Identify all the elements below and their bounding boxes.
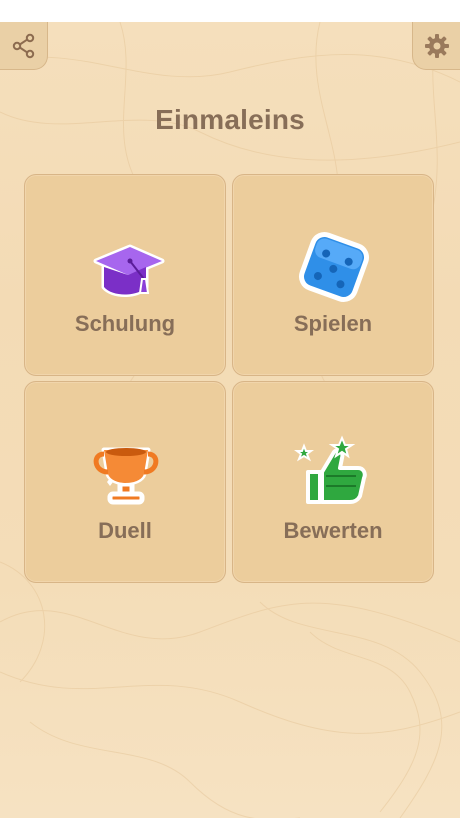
dice-icon: [298, 231, 370, 303]
page-title: Einmaleins: [155, 104, 305, 135]
thumbs-up-icon: [294, 435, 367, 504]
menu-tile-label: Bewerten: [283, 518, 383, 543]
settings-button[interactable]: [412, 22, 460, 70]
menu-tile-label: Spielen: [293, 311, 373, 336]
menu-tile-label: Duell: [98, 518, 152, 543]
share-icon: [12, 33, 34, 58]
trophy-icon: [93, 447, 159, 505]
share-button[interactable]: [0, 22, 48, 70]
menu-tile-bewerten[interactable]: Bewerten: [232, 381, 434, 583]
menu-tile-spielen[interactable]: Spielen: [232, 174, 434, 376]
menu-tile-label: Schulung: [74, 311, 176, 336]
graduation-cap-icon: [93, 244, 165, 297]
gear-icon: [424, 33, 449, 58]
menu-tile-duell[interactable]: Duell: [24, 381, 226, 583]
menu-tile-schulung[interactable]: Schulung: [24, 174, 226, 376]
